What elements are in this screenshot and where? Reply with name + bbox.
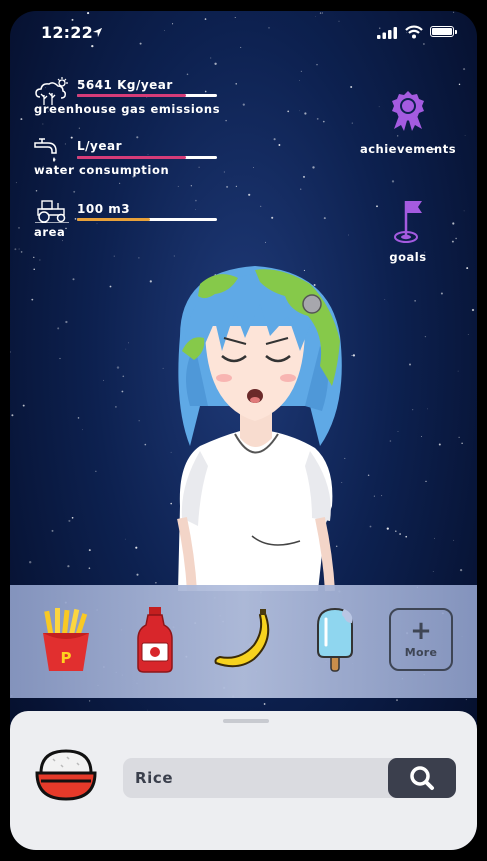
search-input-value[interactable]: Rice: [135, 769, 173, 787]
stat-label: area: [34, 225, 66, 239]
food-search-field[interactable]: Rice: [123, 758, 456, 798]
more-label: More: [404, 646, 438, 659]
achievements-button[interactable]: achievements: [356, 89, 460, 156]
flag-goal-icon: [394, 201, 422, 243]
tractor-icon: [35, 200, 69, 223]
stat-label: greenhouse gas emissions: [34, 102, 221, 116]
popsicle-icon[interactable]: [300, 605, 370, 675]
search-icon: [410, 766, 434, 790]
rice-bowl-icon: [35, 749, 97, 801]
goals-button[interactable]: goals: [384, 199, 432, 264]
location-arrow-icon: [92, 27, 103, 38]
svg-text:P: P: [61, 649, 72, 667]
food-selector-bar: P + More: [10, 585, 477, 698]
stat-bar-fill: [77, 156, 187, 159]
award-medal-icon: [392, 91, 424, 131]
search-sheet: Rice: [10, 711, 477, 850]
earth-chan-character: [177, 266, 342, 591]
cellular-signal-icon: [377, 27, 397, 39]
stat-bar: [77, 156, 217, 159]
sheet-drag-handle[interactable]: [223, 719, 269, 723]
weather-icon: [35, 77, 68, 105]
wifi-icon: [405, 25, 423, 39]
stat-value: L/year: [77, 139, 123, 153]
status-bar: 12:22: [10, 11, 477, 55]
stat-value: 100 m3: [77, 202, 131, 216]
search-button[interactable]: [388, 758, 456, 798]
achievements-label: achievements: [359, 142, 457, 156]
faucet-icon: [34, 138, 57, 162]
more-foods-button[interactable]: + More: [389, 608, 453, 671]
stat-bar: [77, 218, 217, 221]
banana-icon[interactable]: [210, 605, 280, 675]
app-screen: 12:22 5641 Kg/year greenhouse gas emissi…: [10, 11, 477, 850]
stat-bar-fill: [77, 94, 187, 97]
battery-icon: [430, 26, 454, 37]
stat-value: 5641 Kg/year: [77, 78, 173, 92]
stat-bar-fill: [77, 218, 150, 221]
status-time: 12:22: [41, 23, 93, 42]
plus-icon: +: [410, 616, 432, 646]
goals-label: goals: [389, 250, 427, 264]
fries-icon[interactable]: P: [31, 605, 101, 675]
stat-label: water consumption: [34, 163, 170, 177]
stat-bar: [77, 94, 217, 97]
ketchup-icon[interactable]: [120, 605, 190, 675]
